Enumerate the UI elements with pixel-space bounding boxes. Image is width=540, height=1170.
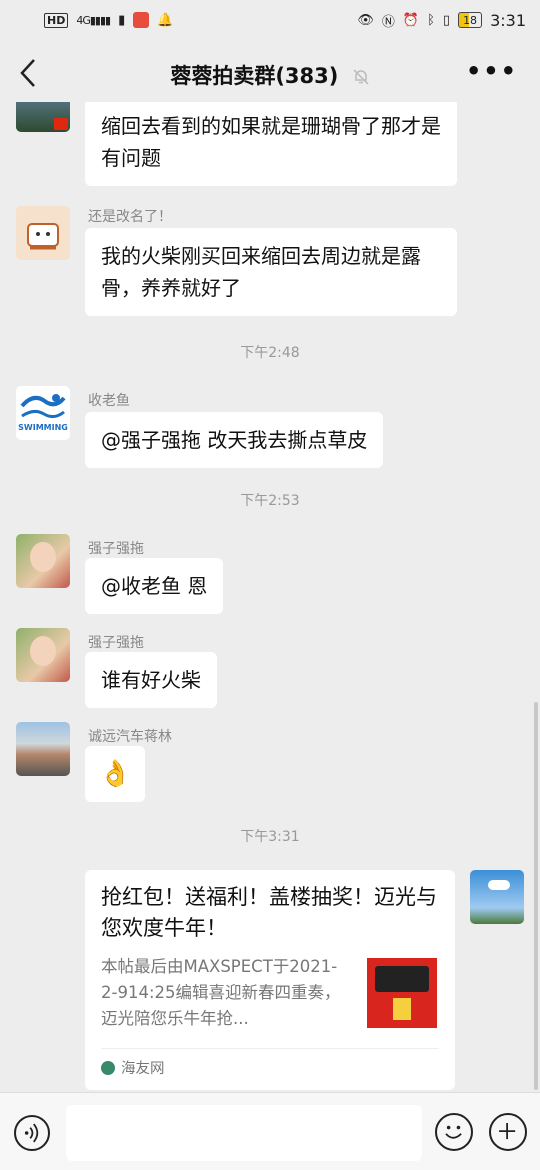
chat-title-container: 蓉蓉拍卖群(383)	[0, 60, 540, 90]
message-bubble[interactable]: 我的火柴刚买回来缩回去周边就是露骨，养养就好了	[85, 228, 457, 316]
swimming-logo-icon: SWIMMING	[18, 394, 68, 432]
flag-icon	[54, 118, 68, 130]
face-icon	[30, 542, 56, 572]
avatar[interactable]	[16, 722, 70, 776]
eye-icon: 👁	[357, 12, 374, 28]
battery-icon: 18	[458, 12, 483, 28]
sender-name: 诚远汽车蒋林	[88, 729, 172, 745]
sender-name: 强子强拖	[88, 635, 144, 651]
cartoon-avatar-icon	[27, 223, 59, 250]
sender-name: 还是改名了！	[88, 209, 172, 225]
voice-icon[interactable]	[14, 1115, 50, 1151]
source-name: 海友网	[121, 1061, 165, 1077]
hd-icon: HD	[44, 12, 69, 28]
avatar[interactable]	[16, 628, 70, 682]
sender-name: 收老鱼	[88, 393, 130, 409]
input-bar	[0, 1092, 540, 1170]
card-body: 本帖最后由MAXSPECT于2021-2-914:25编辑喜迎新春四重奏，迈光陪…	[101, 954, 439, 1032]
alarm-icon: ⏰	[402, 12, 420, 28]
cloud-icon	[488, 880, 510, 890]
clock: 3:31	[490, 10, 526, 30]
message-bubble[interactable]: 谁有好火柴	[85, 652, 217, 708]
nav-bar: 蓉蓉拍卖群(383) •••	[0, 44, 540, 102]
card-source: 海友网	[101, 1048, 439, 1078]
face-icon	[30, 636, 56, 666]
vibrate-icon: ▯	[442, 12, 451, 28]
signal-icon: 4G ▮▮▮▮	[76, 13, 111, 27]
ok-hand-emoji[interactable]: 👌	[85, 746, 146, 802]
avatar[interactable]	[16, 534, 70, 588]
nfc-icon: Ⓝ	[381, 14, 395, 30]
card-description: 本帖最后由MAXSPECT于2021-2-914:25编辑喜迎新春四重奏，迈光陪…	[101, 957, 341, 1028]
avatar[interactable]	[16, 102, 70, 132]
timestamp: 下午2:48	[240, 345, 300, 361]
source-logo-icon	[101, 1060, 115, 1075]
bell-icon: 🔔	[157, 12, 174, 28]
sender-name: 强子强拖	[88, 541, 144, 557]
status-right: 👁 Ⓝ ⏰ ᛒ ▯ 18 3:31	[357, 11, 526, 30]
plus-icon[interactable]	[489, 1113, 527, 1151]
message-bubble[interactable]: 缩回去看到的如果就是珊瑚骨了那才是有问题	[85, 102, 457, 186]
timestamp: 下午2:53	[240, 493, 300, 509]
card-title: 抢红包！送福利！盖楼抽奖！迈光与您欢度牛年！	[101, 885, 437, 940]
chat-title: 蓉蓉拍卖群(383)	[170, 64, 339, 88]
message-bubble[interactable]: @收老鱼 恩	[85, 558, 224, 614]
mute-bell-icon	[353, 69, 369, 85]
product-image-icon	[375, 966, 429, 992]
scrollbar[interactable]	[534, 702, 538, 1090]
status-bar: HD 4G ▮▮▮▮ ▮ 🔔 👁 Ⓝ ⏰ ᛒ ▯ 18 3:31	[0, 0, 540, 40]
qr-code-icon	[393, 998, 411, 1020]
alert-icon: ▮	[118, 12, 126, 28]
chat-area[interactable]: 缩回去看到的如果就是珊瑚骨了那才是有问题 还是改名了！ 我的火柴刚买回来缩回去周…	[0, 102, 540, 1092]
link-card[interactable]: 抢红包！送福利！盖楼抽奖！迈光与您欢度牛年！ 本帖最后由MAXSPECT于202…	[85, 870, 455, 1090]
avatar[interactable]: SWIMMING	[16, 386, 70, 440]
self-avatar[interactable]	[470, 870, 524, 924]
card-thumbnail	[367, 958, 437, 1028]
svg-text:SWIMMING: SWIMMING	[18, 423, 68, 432]
timestamp: 下午3:31	[240, 829, 300, 845]
bluetooth-icon: ᛒ	[427, 12, 435, 28]
more-options-icon[interactable]: •••	[466, 59, 518, 83]
avatar[interactable]	[16, 206, 70, 260]
app-notification-icon	[133, 12, 150, 28]
status-left: HD 4G ▮▮▮▮ ▮ 🔔	[44, 12, 173, 28]
message-input[interactable]	[66, 1105, 422, 1161]
emoji-icon[interactable]	[435, 1113, 473, 1151]
message-bubble[interactable]: @强子强拖 改天我去撕点草皮	[85, 412, 384, 468]
